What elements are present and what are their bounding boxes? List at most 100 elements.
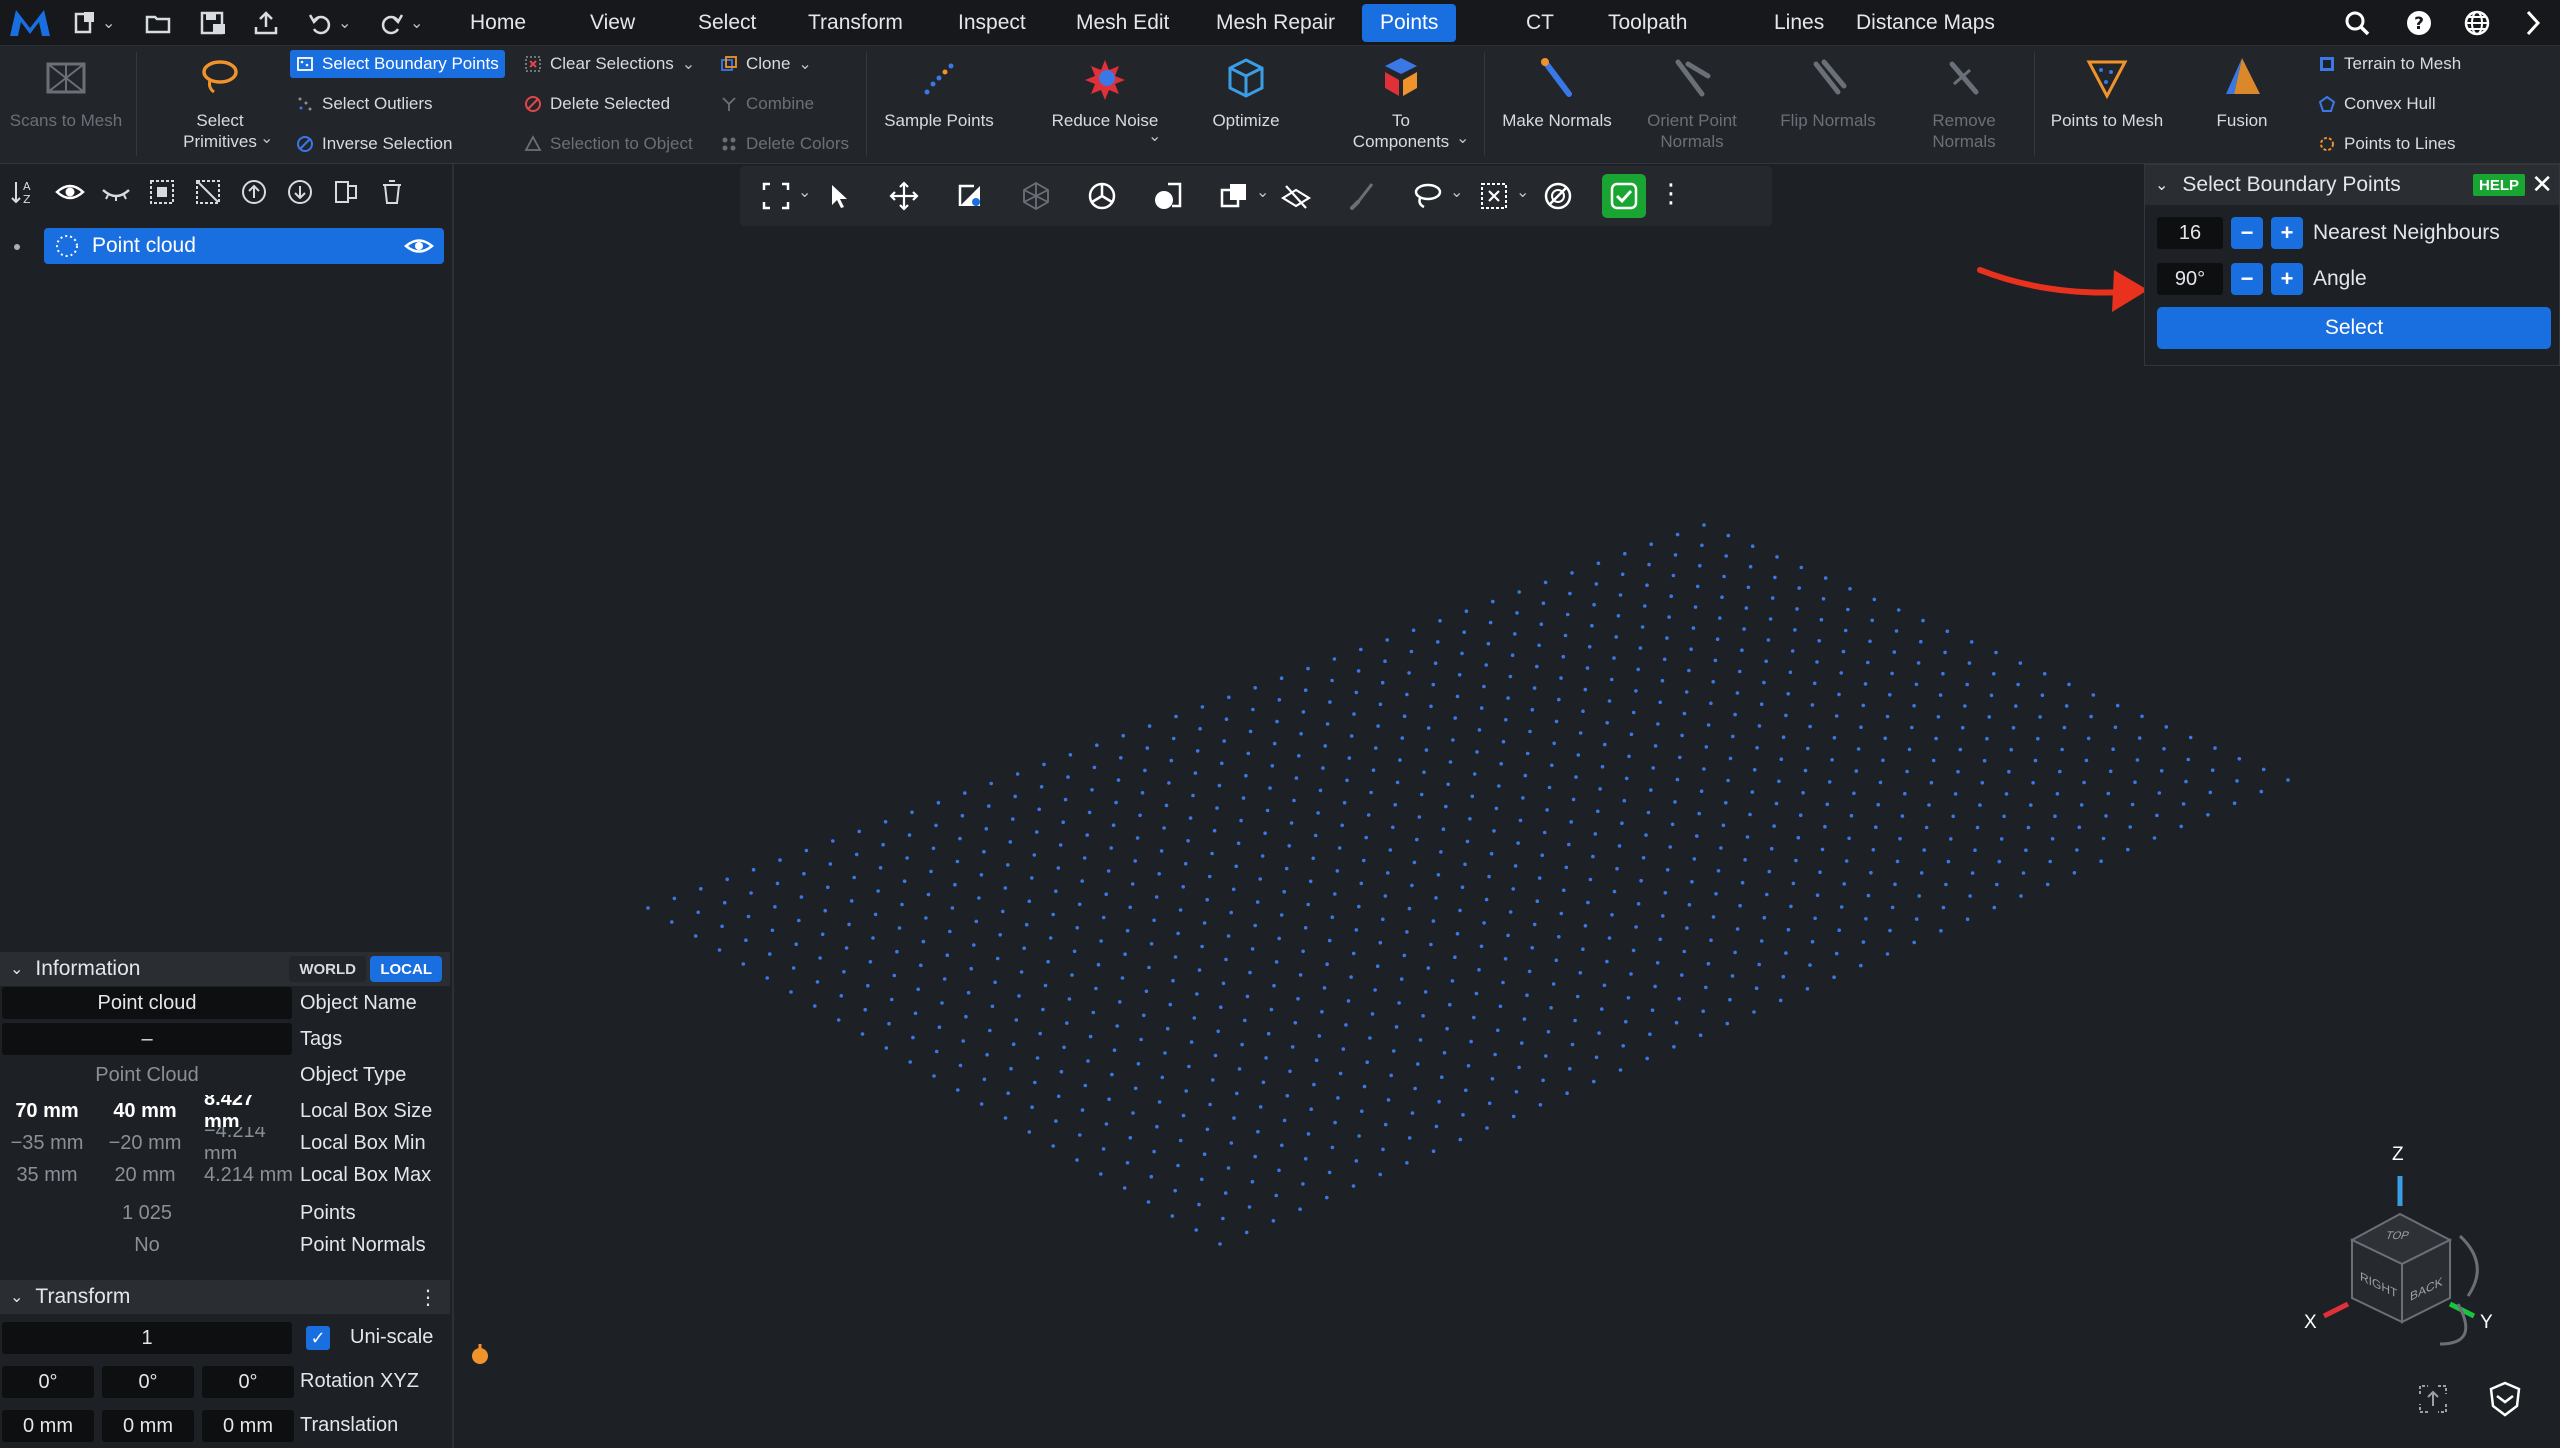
- new-file-button[interactable]: ⌄: [70, 8, 115, 38]
- deselect-all-icon[interactable]: [192, 176, 224, 208]
- select-all-icon[interactable]: [146, 176, 178, 208]
- uniscale-checkbox[interactable]: ✓: [306, 1326, 330, 1350]
- transform-section-header[interactable]: ⌄ Transform ⋮: [0, 1280, 450, 1314]
- sample-points-button[interactable]: Sample Points: [874, 54, 1004, 158]
- orbit-icon[interactable]: [1086, 180, 1118, 212]
- export-button[interactable]: [252, 8, 280, 38]
- move-up-icon[interactable]: [238, 176, 270, 208]
- save-button[interactable]: [198, 8, 226, 38]
- confirm-selection-button[interactable]: [1602, 174, 1646, 218]
- points-to-mesh-button[interactable]: Points to Mesh: [2042, 54, 2172, 158]
- nearest-neighbours-input[interactable]: 16: [2157, 217, 2223, 249]
- tab-view[interactable]: View: [572, 4, 653, 42]
- chevron-down-icon[interactable]: ⌄: [1256, 182, 1269, 202]
- reset-view-icon[interactable]: [2416, 1382, 2450, 1416]
- translation-x-input[interactable]: 0 mm: [2, 1410, 94, 1442]
- neighbours-decrement-button[interactable]: −: [2231, 217, 2263, 249]
- convex-hull-button[interactable]: Convex Hull: [2312, 90, 2442, 118]
- move-down-icon[interactable]: [284, 176, 316, 208]
- app-logo-icon[interactable]: [8, 6, 52, 40]
- box-select-icon[interactable]: [1478, 180, 1510, 212]
- points-to-lines-button[interactable]: Points to Lines: [2312, 130, 2462, 158]
- collapse-icon[interactable]: [2520, 8, 2550, 38]
- select-button[interactable]: Select: [2157, 307, 2551, 349]
- tab-mesh-edit[interactable]: Mesh Edit: [1058, 4, 1187, 42]
- undo-button[interactable]: ⌄: [306, 8, 351, 38]
- trash-icon[interactable]: [376, 176, 408, 208]
- chevron-down-icon[interactable]: ⌄: [1450, 182, 1463, 202]
- select-primitives-button[interactable]: Select Primitives ⌄: [160, 54, 280, 158]
- chevron-down-icon[interactable]: ⌄: [798, 182, 811, 202]
- remove-normals-button[interactable]: Remove Normals: [1904, 54, 2024, 158]
- cube-face-top[interactable]: TOP: [2384, 1230, 2411, 1242]
- tab-home[interactable]: Home: [452, 4, 544, 42]
- search-icon[interactable]: [2342, 8, 2372, 38]
- translation-y-input[interactable]: 0 mm: [102, 1410, 194, 1442]
- tab-select[interactable]: Select: [680, 4, 774, 42]
- clone-view-icon[interactable]: [1218, 180, 1250, 212]
- fusion-button[interactable]: Fusion: [2194, 54, 2290, 158]
- optimize-button[interactable]: Optimize: [1196, 54, 1296, 158]
- combine-button[interactable]: Combine: [714, 90, 820, 118]
- scene-tree-item-point-cloud[interactable]: Point cloud: [44, 228, 444, 264]
- clone-button[interactable]: Clone ⌄: [714, 50, 818, 78]
- scans-to-mesh-button[interactable]: Scans to Mesh: [6, 54, 126, 158]
- chevron-down-icon[interactable]: ⌄: [1516, 182, 1529, 202]
- move-icon[interactable]: [888, 180, 920, 212]
- tab-toolpath[interactable]: Toolpath: [1590, 4, 1705, 42]
- angle-decrement-button[interactable]: −: [2231, 263, 2263, 295]
- angle-increment-button[interactable]: +: [2271, 263, 2303, 295]
- cancel-icon[interactable]: [1542, 180, 1574, 212]
- brush-icon[interactable]: [1346, 180, 1378, 212]
- show-all-icon[interactable]: [54, 176, 86, 208]
- hide-plane-icon[interactable]: [1280, 180, 1312, 212]
- more-options-icon[interactable]: ⋮: [1658, 178, 1684, 209]
- tab-mesh-repair[interactable]: Mesh Repair: [1198, 4, 1353, 42]
- redo-button[interactable]: ⌄: [378, 8, 423, 38]
- sort-icon[interactable]: AZ: [8, 176, 40, 208]
- world-toggle[interactable]: WORLD: [289, 956, 366, 982]
- help-icon[interactable]: ?: [2404, 8, 2434, 38]
- shield-icon[interactable]: [2486, 1380, 2524, 1418]
- split-icon[interactable]: [330, 176, 362, 208]
- tab-inspect[interactable]: Inspect: [940, 4, 1044, 42]
- reduce-noise-button[interactable]: Reduce Noise ⌄: [1030, 54, 1180, 158]
- view-cube[interactable]: Z X Y TOP RIGHT BACK: [2290, 1144, 2510, 1364]
- tab-transform[interactable]: Transform: [790, 4, 921, 42]
- angle-input[interactable]: 90°: [2157, 263, 2223, 295]
- object-name-field[interactable]: Point cloud: [2, 987, 292, 1019]
- fit-view-icon[interactable]: [760, 180, 792, 212]
- orient-point-normals-button[interactable]: Orient Point Normals: [1632, 54, 1752, 158]
- translation-z-input[interactable]: 0 mm: [202, 1410, 294, 1442]
- clear-selections-button[interactable]: Clear Selections ⌄: [518, 50, 701, 78]
- more-options-icon[interactable]: ⋮: [418, 1285, 438, 1310]
- visibility-eye-icon[interactable]: [404, 235, 434, 257]
- shapes-icon[interactable]: [1152, 180, 1184, 212]
- tab-distance-maps[interactable]: Distance Maps: [1838, 4, 2013, 42]
- tab-ct[interactable]: CT: [1508, 4, 1572, 42]
- to-components-button[interactable]: To Components ⌄: [1326, 54, 1476, 158]
- edit-object-icon[interactable]: [954, 180, 986, 212]
- rotation-z-input[interactable]: 0°: [202, 1366, 294, 1398]
- make-normals-button[interactable]: Make Normals: [1492, 54, 1622, 158]
- select-outliers-button[interactable]: Select Outliers: [290, 90, 439, 118]
- local-toggle[interactable]: LOCAL: [370, 956, 442, 982]
- select-boundary-points-button[interactable]: Select Boundary Points: [290, 50, 505, 78]
- rotation-y-input[interactable]: 0°: [102, 1366, 194, 1398]
- notification-icon[interactable]: [466, 1340, 494, 1368]
- tab-points[interactable]: Points: [1362, 4, 1457, 42]
- help-button[interactable]: HELP: [2472, 174, 2525, 196]
- tags-field[interactable]: –: [2, 1023, 292, 1055]
- delete-selected-button[interactable]: Delete Selected: [518, 90, 676, 118]
- rotation-x-input[interactable]: 0°: [2, 1366, 94, 1398]
- inverse-selection-button[interactable]: Inverse Selection: [290, 130, 458, 158]
- globe-icon[interactable]: [2462, 8, 2492, 38]
- tab-lines[interactable]: Lines: [1756, 4, 1842, 42]
- close-icon[interactable]: ✕: [2531, 169, 2553, 200]
- hide-all-icon[interactable]: [100, 176, 132, 208]
- neighbours-increment-button[interactable]: +: [2271, 217, 2303, 249]
- information-section-header[interactable]: ⌄ Information WORLD LOCAL: [0, 952, 450, 986]
- terrain-to-mesh-button[interactable]: Terrain to Mesh: [2312, 50, 2467, 78]
- selection-to-object-button[interactable]: Selection to Object: [518, 130, 699, 158]
- lasso-tool-icon[interactable]: [1412, 180, 1444, 212]
